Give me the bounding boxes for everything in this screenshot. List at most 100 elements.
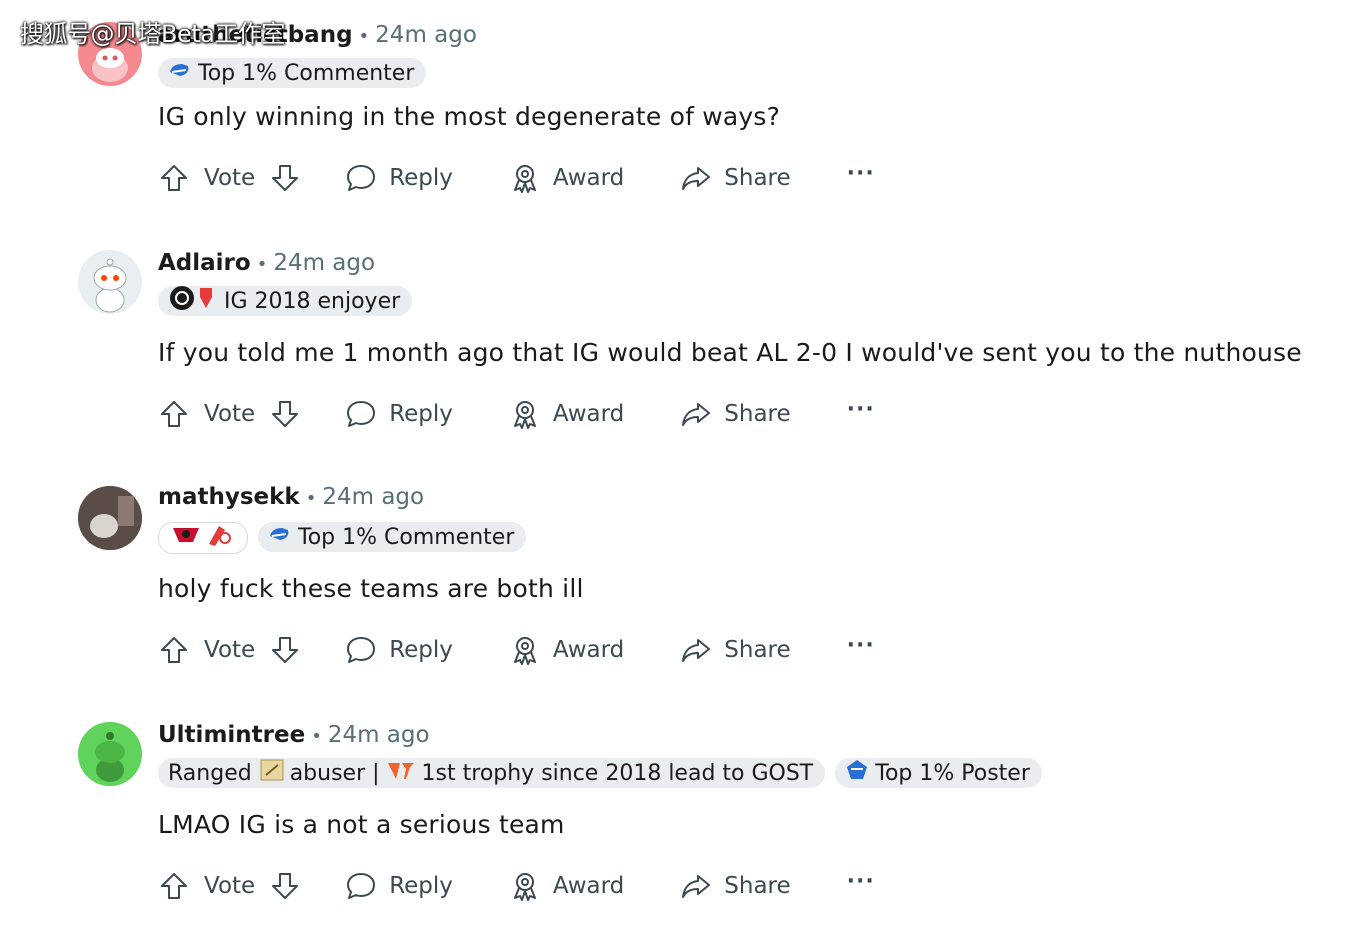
vote-group: Vote bbox=[158, 162, 301, 194]
award-button[interactable]: Award bbox=[509, 634, 624, 666]
timestamp[interactable]: 24m ago bbox=[328, 722, 430, 748]
item-icon bbox=[260, 759, 284, 787]
vote-group: Vote bbox=[158, 634, 301, 666]
reply-label: Reply bbox=[389, 165, 453, 191]
flair-top-commenter: Top 1% Commenter bbox=[158, 58, 427, 88]
downvote-icon[interactable] bbox=[269, 162, 301, 194]
comment-bubble-icon bbox=[347, 401, 376, 427]
timestamp[interactable]: 24m ago bbox=[273, 250, 375, 276]
separator-dot: • bbox=[305, 488, 317, 509]
reply-button[interactable]: Reply bbox=[345, 162, 453, 194]
flair-ranged-abuser: Ranged abuser | 1st trophy since 2018 le… bbox=[158, 758, 826, 788]
timestamp[interactable]: 24m ago bbox=[375, 22, 477, 48]
flair-ig-enjoyer: IG 2018 enjoyer bbox=[158, 285, 413, 317]
award-button[interactable]: Award bbox=[509, 162, 624, 194]
share-button[interactable]: Share bbox=[680, 398, 791, 430]
vote-group: Vote bbox=[158, 398, 301, 430]
share-icon bbox=[682, 403, 711, 426]
flair-label: abuser | bbox=[289, 760, 380, 786]
upvote-icon[interactable] bbox=[158, 870, 190, 902]
flair-label: 1st trophy since 2018 lead to GOST bbox=[421, 760, 814, 786]
more-options-button[interactable]: ··· bbox=[847, 397, 875, 432]
award-label: Award bbox=[552, 165, 625, 191]
top-poster-icon bbox=[845, 759, 869, 787]
snoo-avatar-icon bbox=[78, 722, 142, 786]
action-bar: Vote Reply Award Share ··· bbox=[158, 394, 875, 434]
timestamp[interactable]: 24m ago bbox=[322, 484, 424, 510]
comment-body: LMAO IG is a not a serious team bbox=[158, 810, 565, 839]
upvote-icon[interactable] bbox=[158, 162, 190, 194]
flair-top-poster: Top 1% Poster bbox=[835, 758, 1042, 788]
comment-bubble-icon bbox=[347, 873, 376, 899]
team-logo-icon bbox=[386, 759, 416, 787]
flair-label: IG 2018 enjoyer bbox=[224, 288, 401, 314]
vote-group: Vote bbox=[158, 870, 301, 902]
comment-bubble-icon bbox=[347, 165, 376, 191]
more-options-button[interactable]: ··· bbox=[847, 633, 875, 668]
award-label: Award bbox=[552, 401, 625, 427]
more-options-button[interactable]: ··· bbox=[847, 869, 875, 904]
flair-row: Top 1% Commenter bbox=[158, 58, 427, 88]
award-icon bbox=[513, 165, 536, 193]
username[interactable]: Ultimintree bbox=[158, 722, 305, 748]
share-button[interactable]: Share bbox=[680, 162, 791, 194]
reply-button[interactable]: Reply bbox=[345, 634, 453, 666]
ig-logo-icon bbox=[168, 285, 218, 317]
separator-dot: • bbox=[311, 726, 322, 747]
share-icon bbox=[682, 167, 711, 190]
reply-label: Reply bbox=[389, 873, 453, 899]
award-button[interactable]: Award bbox=[509, 870, 624, 902]
comment-body: If you told me 1 month ago that IG would… bbox=[158, 338, 1302, 367]
action-bar: Vote Reply Award Share ··· bbox=[158, 630, 875, 670]
snoo-avatar-icon bbox=[93, 258, 127, 313]
share-icon bbox=[682, 875, 711, 898]
flair-row: Top 1% Commenter bbox=[158, 522, 527, 554]
vote-label: Vote bbox=[204, 165, 256, 191]
upvote-icon[interactable] bbox=[158, 634, 190, 666]
watermark-text: 搜狐号@贝塔Beta工作室 bbox=[20, 20, 285, 48]
avatar[interactable] bbox=[78, 486, 142, 550]
more-options-button[interactable]: ··· bbox=[847, 161, 875, 196]
comment-body: holy fuck these teams are both ill bbox=[158, 574, 584, 603]
downvote-icon[interactable] bbox=[269, 870, 301, 902]
flair-top-commenter: Top 1% Commenter bbox=[258, 522, 527, 552]
downvote-icon[interactable] bbox=[269, 634, 301, 666]
award-icon bbox=[513, 637, 536, 665]
flair-label: Ranged bbox=[168, 760, 252, 786]
flair-row: Ranged abuser | 1st trophy since 2018 le… bbox=[158, 758, 1042, 788]
award-icon bbox=[513, 873, 536, 901]
reply-button[interactable]: Reply bbox=[345, 870, 453, 902]
flair-team-emblems bbox=[158, 522, 248, 554]
downvote-icon[interactable] bbox=[269, 398, 301, 430]
username[interactable]: Adlairo bbox=[158, 250, 251, 276]
share-label: Share bbox=[724, 873, 791, 899]
flair-label: Top 1% Commenter bbox=[298, 524, 515, 550]
share-button[interactable]: Share bbox=[680, 634, 791, 666]
share-button[interactable]: Share bbox=[680, 870, 791, 902]
top-commenter-icon bbox=[168, 60, 192, 86]
vote-label: Vote bbox=[204, 873, 256, 899]
upvote-icon[interactable] bbox=[158, 398, 190, 430]
username[interactable]: mathysekk bbox=[158, 484, 300, 510]
share-icon bbox=[682, 639, 711, 662]
top-commenter-icon bbox=[268, 524, 292, 550]
avatar[interactable] bbox=[78, 722, 142, 786]
comment-meta: mathysekk • 24m ago bbox=[158, 484, 424, 510]
action-bar: Vote Reply Award Share ··· bbox=[158, 866, 875, 906]
flair-label: Top 1% Poster bbox=[875, 760, 1030, 786]
comment-bubble-icon bbox=[347, 637, 376, 663]
avatar[interactable] bbox=[78, 250, 142, 314]
reply-label: Reply bbox=[389, 401, 453, 427]
reply-label: Reply bbox=[389, 637, 453, 663]
award-label: Award bbox=[552, 873, 625, 899]
comment-meta: Adlairo • 24m ago bbox=[158, 250, 375, 276]
share-label: Share bbox=[724, 165, 791, 191]
award-icon bbox=[513, 401, 536, 429]
vote-label: Vote bbox=[204, 637, 256, 663]
reply-button[interactable]: Reply bbox=[345, 398, 453, 430]
action-bar: Vote Reply Award Share ··· bbox=[158, 158, 875, 198]
share-label: Share bbox=[724, 401, 791, 427]
profile-photo-icon bbox=[78, 486, 142, 550]
award-button[interactable]: Award bbox=[509, 398, 624, 430]
separator-dot: • bbox=[358, 26, 370, 47]
